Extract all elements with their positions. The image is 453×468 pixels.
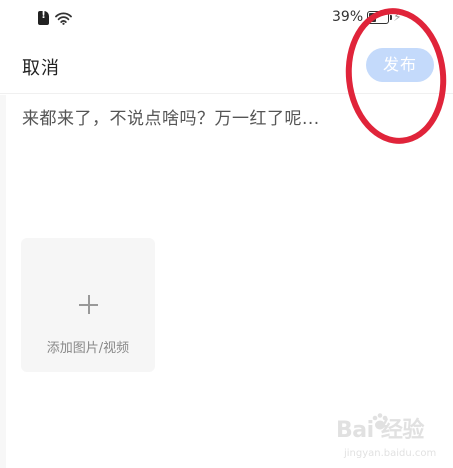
status-bar: 39% ⚡ [0,0,453,36]
cancel-button[interactable]: 取消 [22,54,60,80]
compose-text-input[interactable]: 来都来了，不说点啥吗？万一红了呢... [22,104,432,214]
plus-icon [79,295,98,314]
header-divider [0,93,453,94]
edge-strip [0,95,6,468]
paw-icon [372,413,388,430]
charging-icon: ⚡ [393,10,402,24]
watermark-brand: Bai 经验 [336,418,424,443]
watermark-url: jingyan.baidu.com [344,448,437,459]
compose-header: 取消 发布 [0,40,453,92]
add-media-label: 添加图片/视频 [46,341,130,356]
wifi-icon [55,12,72,25]
post-compose-screen: 39% ⚡ 取消 发布 来都来了，不说点啥吗？万一红了呢... 添加图片/视频 … [0,0,453,468]
battery-fill [369,12,376,22]
add-media-button[interactable]: 添加图片/视频 [21,238,155,372]
status-left [38,10,72,25]
sim-alert-icon [38,10,49,25]
battery-icon [367,10,393,24]
publish-button[interactable]: 发布 [366,48,434,82]
baidu-jingyan-watermark: Bai 经验 jingyan.baidu.com [336,412,448,462]
battery-percent: 39% [332,9,364,25]
status-right: 39% ⚡ [332,9,402,25]
